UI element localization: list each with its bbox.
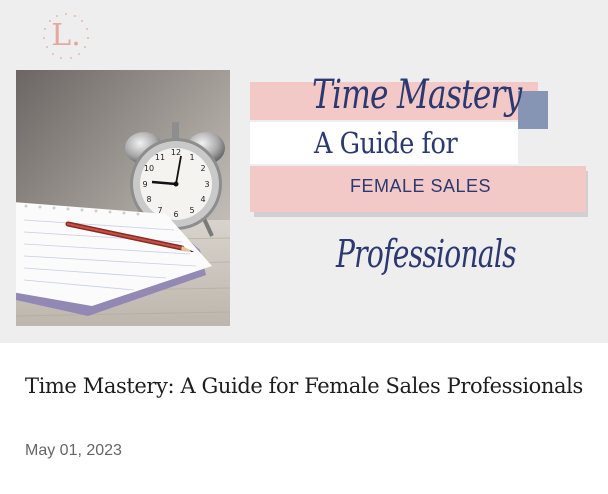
svg-text:2: 2: [200, 164, 205, 173]
svg-text:10: 10: [144, 164, 154, 173]
banner-guide-line: A Guide for: [314, 126, 458, 160]
photo-illustration: 1212 345 678 91011: [16, 70, 230, 326]
post-title-link[interactable]: Time Mastery: A Guide for Female Sales P…: [25, 372, 585, 401]
banner-script-professionals: Professionals: [336, 232, 517, 276]
svg-text:11: 11: [155, 153, 165, 162]
svg-text:3: 3: [204, 180, 209, 189]
svg-text:6: 6: [173, 210, 178, 219]
banner-accent-square: [518, 91, 548, 129]
featured-image[interactable]: L. 12 1 2 3 4 5 6 7 8 9 10 11 Time Maste…: [0, 0, 608, 343]
svg-text:8: 8: [146, 195, 151, 204]
banner-sales-line: FEMALE SALES: [350, 176, 492, 196]
alarm-clock-photo: 12 1 2 345 678 9 10 11: [16, 70, 230, 326]
svg-text:1: 1: [189, 153, 194, 162]
svg-text:4: 4: [200, 195, 205, 204]
svg-text:5: 5: [189, 206, 194, 215]
post-date: May 01, 2023: [25, 442, 122, 459]
svg-text:12: 12: [171, 148, 181, 157]
svg-text:9: 9: [142, 180, 147, 189]
logo-letter: L.: [51, 18, 81, 53]
brand-logo[interactable]: L.: [40, 10, 92, 62]
banner-script-title: Time Mastery: [312, 72, 522, 118]
